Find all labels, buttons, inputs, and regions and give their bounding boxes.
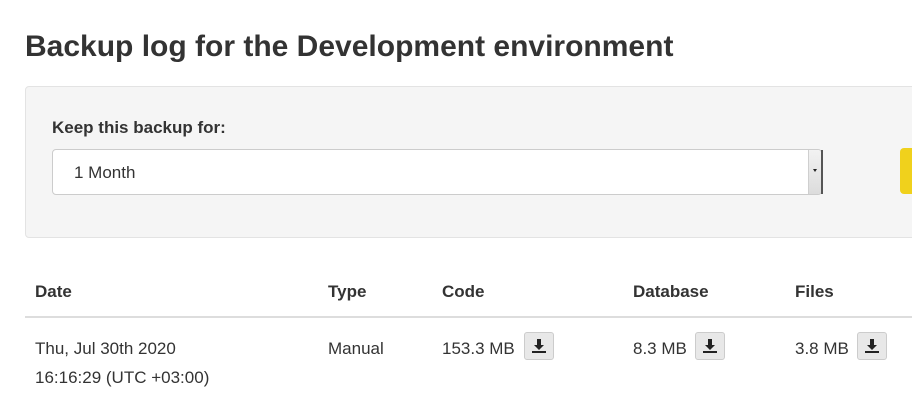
column-header-files: Files [795,282,834,301]
column-header-code: Code [442,282,485,301]
backup-log-page: Backup log for the Development environme… [0,0,912,398]
retention-panel: Keep this backup for: 1 Month [25,86,912,238]
download-files-button[interactable] [857,332,887,360]
page-title: Backup log for the Development environme… [25,30,674,63]
database-size: 8.3 MB [633,339,687,358]
download-database-button[interactable] [695,332,725,360]
retention-label: Keep this backup for: [52,118,226,137]
table-row: Thu, Jul 30th 2020 16:16:29 (UTC +03:00)… [25,320,912,398]
column-header-type: Type [328,282,367,301]
backup-type: Manual [328,339,384,358]
download-icon [703,339,717,353]
files-size: 3.8 MB [795,339,849,358]
save-retention-button[interactable] [900,148,912,194]
download-code-button[interactable] [524,332,554,360]
backup-date-time: 16:16:29 (UTC +03:00) [35,368,210,387]
backup-date-day: Thu, Jul 30th 2020 [35,339,176,358]
backup-date: Thu, Jul 30th 2020 16:16:29 (UTC +03:00) [35,334,209,392]
column-header-date: Date [35,282,72,301]
table-header-row: Date Type Code Database Files [25,276,912,318]
download-icon [532,339,546,353]
retention-selected-value: 1 Month [74,163,136,182]
code-size: 153.3 MB [442,339,515,358]
retention-select[interactable]: 1 Month [52,149,823,195]
chevron-down-icon [808,150,823,194]
download-icon [865,339,879,353]
column-header-database: Database [633,282,709,301]
